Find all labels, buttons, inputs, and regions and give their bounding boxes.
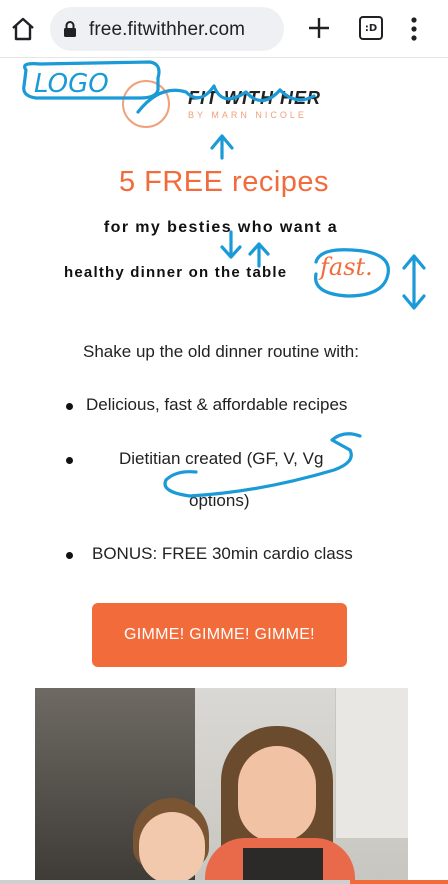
list-item: Dietitian created (GF, V, Vg: [119, 449, 324, 468]
line-height-arrows: [402, 254, 426, 310]
bottom-bar: [0, 880, 448, 884]
bullet-dot: [66, 403, 73, 410]
browser-toolbar: free.fitwithher.com :D: [0, 0, 448, 58]
photo-cabinet-right: [335, 688, 408, 838]
more-menu-icon[interactable]: [404, 14, 424, 44]
list-item-continuation: options): [189, 491, 250, 510]
logo-byline: BY MARN NICOLE: [188, 110, 307, 120]
emphasis-word: fast.: [320, 253, 373, 281]
arrow-up-2: [248, 242, 270, 268]
logo-wordmark: FIT WITH HER: [188, 88, 321, 108]
bullet-dot: [66, 457, 73, 464]
logo-note-text: LOGO: [34, 69, 109, 99]
intro-text: Shake up the old dinner routine with:: [83, 342, 359, 361]
bullet-dot: [66, 552, 73, 559]
arrow-up-logo: [210, 134, 234, 160]
photo-woman-face: [238, 746, 316, 842]
gimme-button[interactable]: GIMME! GIMME! GIMME!: [92, 603, 347, 667]
site-logo[interactable]: FIT WITH HER BY MARN NICOLE: [122, 80, 332, 132]
photo-child-face: [139, 812, 205, 880]
photo-apron: [243, 848, 323, 880]
home-icon[interactable]: [10, 16, 36, 42]
subheadline-line-2: healthy dinner on the table: [64, 264, 288, 281]
hero-photo: [35, 688, 408, 880]
list-item: Delicious, fast & affordable recipes: [86, 395, 348, 414]
subheadline-line-1: for my besties who want a: [103, 219, 339, 236]
page-headline: 5 FREE recipes: [118, 166, 330, 198]
url-text: free.fitwithher.com: [89, 19, 246, 40]
new-tab-icon[interactable]: [306, 15, 332, 41]
list-item: BONUS: FREE 30min cardio class: [92, 544, 353, 563]
address-bar[interactable]: free.fitwithher.com: [50, 7, 284, 51]
bottom-bar-accent: [350, 880, 448, 884]
lock-icon: [64, 21, 76, 37]
logo-mark: [122, 80, 170, 128]
tab-switcher-button[interactable]: :D: [359, 16, 383, 40]
